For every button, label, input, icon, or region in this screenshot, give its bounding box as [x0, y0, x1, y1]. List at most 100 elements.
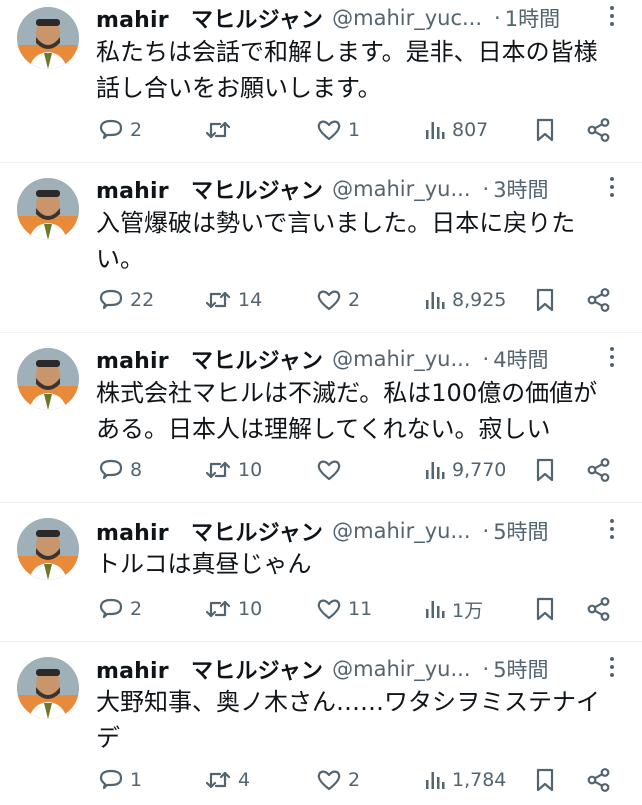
retweet-icon: [204, 457, 232, 483]
share-button[interactable]: [586, 593, 612, 625]
separator: ·: [494, 6, 501, 30]
avatar[interactable]: [17, 178, 79, 240]
bookmark-button[interactable]: [533, 454, 557, 486]
timestamp[interactable]: 5時間: [493, 516, 548, 546]
retweet-button[interactable]: 4: [204, 764, 250, 796]
share-icon: [586, 596, 612, 622]
views-icon: [424, 287, 446, 313]
more-icon[interactable]: [600, 516, 624, 542]
like-count: 11: [348, 598, 373, 620]
timestamp[interactable]: 4時間: [493, 344, 548, 374]
views-button[interactable]: 807: [424, 114, 488, 146]
separator: ·: [482, 657, 490, 681]
display-name[interactable]: mahir マヒルジャン: [96, 653, 323, 685]
like-icon: [316, 457, 342, 483]
reply-count: 2: [130, 598, 143, 620]
reply-button[interactable]: 8: [98, 454, 142, 486]
retweet-icon: [204, 596, 232, 622]
user-handle[interactable]: @mahir_yu...: [332, 177, 470, 201]
views-count: 807: [452, 119, 489, 141]
reply-icon: [98, 596, 124, 622]
share-icon: [586, 287, 612, 313]
retweet-button[interactable]: 14: [204, 284, 262, 316]
more-icon[interactable]: [600, 344, 624, 370]
user-handle[interactable]: @mahir_yu...: [332, 347, 470, 371]
reply-button[interactable]: 1: [98, 764, 142, 796]
views-button[interactable]: 1万: [424, 593, 483, 625]
timestamp[interactable]: 1時間: [505, 3, 560, 33]
reply-icon: [98, 767, 124, 793]
like-button[interactable]: 2: [316, 284, 360, 316]
tweet[interactable]: mahir マヒルジャン @mahir_yu... · 5時間 大野知事、奥ノ木…: [0, 642, 642, 805]
like-button[interactable]: 1: [316, 114, 360, 146]
user-handle[interactable]: @mahir_yu...: [332, 519, 470, 543]
share-button[interactable]: [586, 284, 612, 316]
more-icon[interactable]: [600, 174, 624, 200]
bookmark-icon: [533, 457, 557, 483]
more-icon[interactable]: [600, 3, 624, 29]
views-button[interactable]: 8,925: [424, 284, 506, 316]
like-button[interactable]: 2: [316, 764, 360, 796]
share-button[interactable]: [586, 114, 612, 146]
user-handle[interactable]: @mahir_yu...: [332, 657, 470, 681]
like-button[interactable]: [316, 454, 348, 486]
tweet[interactable]: mahir マヒルジャン @mahir_yu... · 5時間 トルコは真昼じゃ…: [0, 503, 642, 642]
reply-count: 8: [130, 459, 143, 481]
views-icon: [424, 457, 446, 483]
retweet-icon: [204, 767, 232, 793]
timestamp[interactable]: 3時間: [493, 174, 548, 204]
share-button[interactable]: [586, 454, 612, 486]
bookmark-button[interactable]: [533, 764, 557, 796]
views-icon: [424, 596, 446, 622]
tweet-header: mahir マヒルジャン @mahir_yu... · 3時間: [96, 172, 622, 206]
bookmark-button[interactable]: [533, 593, 557, 625]
share-icon: [586, 117, 612, 143]
like-icon: [316, 117, 342, 143]
retweet-button[interactable]: 10: [204, 454, 262, 486]
user-handle[interactable]: @mahir_yuc...: [332, 6, 482, 30]
like-button[interactable]: 11: [316, 593, 372, 625]
display-name[interactable]: mahir マヒルジャン: [96, 343, 323, 375]
views-count: 1,784: [452, 769, 507, 791]
views-count: 1万: [452, 599, 484, 622]
views-icon: [424, 767, 446, 793]
display-name[interactable]: mahir マヒルジャン: [96, 515, 323, 547]
tweet[interactable]: mahir マヒルジャン @mahir_yuc... · 1時間 私たちは会話で…: [0, 0, 642, 163]
retweet-icon: [204, 287, 232, 313]
tweet-actions: 8 10 9,770: [96, 454, 628, 486]
display-name[interactable]: mahir マヒルジャン: [96, 173, 323, 205]
retweet-button[interactable]: 10: [204, 593, 262, 625]
tweet-actions: 1 4 2 1,784: [96, 764, 628, 796]
retweet-button[interactable]: [204, 114, 238, 146]
avatar[interactable]: [17, 348, 79, 410]
tweet-actions: 22 14 2 8,925: [96, 284, 628, 316]
reply-count: 22: [130, 289, 155, 311]
views-button[interactable]: 9,770: [424, 454, 506, 486]
like-count: 1: [348, 119, 361, 141]
reply-button[interactable]: 2: [98, 593, 142, 625]
display-name[interactable]: mahir マヒルジャン: [96, 2, 323, 34]
tweet[interactable]: mahir マヒルジャン @mahir_yu... · 3時間 入管爆破は勢いで…: [0, 163, 642, 333]
share-button[interactable]: [586, 764, 612, 796]
more-icon[interactable]: [600, 654, 624, 680]
avatar[interactable]: [17, 518, 79, 580]
like-count: 2: [348, 289, 361, 311]
avatar[interactable]: [17, 7, 79, 69]
like-icon: [316, 287, 342, 313]
tweet-actions: 2 10 11 1万: [96, 593, 628, 625]
timestamp[interactable]: 5時間: [493, 654, 548, 684]
tweet-header: mahir マヒルジャン @mahir_yuc... · 1時間: [96, 1, 622, 35]
reply-button[interactable]: 2: [98, 114, 142, 146]
bookmark-button[interactable]: [533, 114, 557, 146]
tweet-text: トルコは真昼じゃん: [96, 550, 312, 578]
views-icon: [424, 117, 446, 143]
tweet-header: mahir マヒルジャン @mahir_yu... · 5時間: [96, 514, 622, 548]
separator: ·: [482, 347, 490, 371]
bookmark-button[interactable]: [533, 284, 557, 316]
reply-count: 2: [130, 119, 143, 141]
reply-button[interactable]: 22: [98, 284, 154, 316]
reply-icon: [98, 457, 124, 483]
tweet[interactable]: mahir マヒルジャン @mahir_yu... · 4時間 株式会社マヒルは…: [0, 333, 642, 503]
avatar[interactable]: [17, 657, 79, 719]
views-button[interactable]: 1,784: [424, 764, 506, 796]
